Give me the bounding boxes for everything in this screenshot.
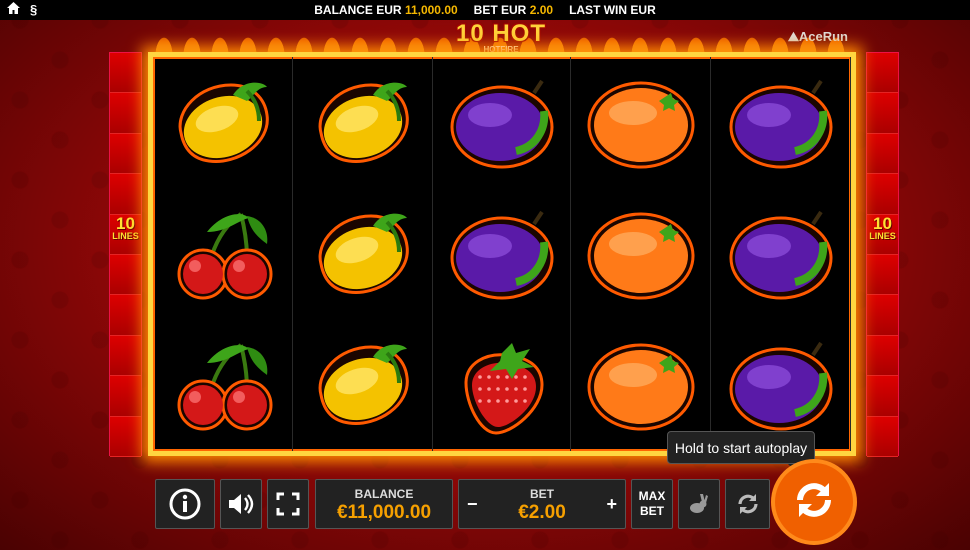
speaker-icon bbox=[227, 491, 255, 517]
spin-button[interactable] bbox=[775, 463, 853, 541]
bet-increase-button[interactable]: + bbox=[606, 494, 617, 515]
reel-5 bbox=[711, 57, 851, 451]
plum-symbol bbox=[711, 57, 850, 188]
fullscreen-icon bbox=[276, 492, 300, 516]
autoplay-tooltip: Hold to start autoplay bbox=[667, 431, 815, 470]
plum-symbol bbox=[433, 57, 570, 188]
game-logo: 10 HOT HOTFIRE bbox=[452, 20, 550, 54]
reel-3 bbox=[433, 57, 571, 451]
payline-column-left bbox=[109, 52, 142, 457]
balance-panel: BALANCE €11,000.00 bbox=[315, 479, 453, 529]
balance-label: BALANCE bbox=[354, 487, 414, 501]
plum-symbol bbox=[711, 188, 850, 319]
turbo-button[interactable] bbox=[678, 479, 720, 529]
orange-symbol bbox=[571, 188, 710, 319]
info-icon bbox=[169, 488, 201, 520]
strawberry-symbol bbox=[433, 319, 570, 450]
spin-icon bbox=[788, 474, 840, 531]
lemon-symbol bbox=[293, 57, 432, 188]
lines-indicator-right: 10 LINES bbox=[869, 214, 896, 241]
lemon-symbol bbox=[153, 57, 292, 188]
brand-logo: ⛰AceRun bbox=[787, 29, 848, 44]
reel-1 bbox=[153, 57, 293, 451]
rabbit-icon bbox=[688, 493, 710, 515]
lines-indicator-left: 10 LINES bbox=[112, 214, 139, 241]
info-button[interactable] bbox=[155, 479, 215, 529]
bet-value: €2.00 bbox=[518, 502, 566, 523]
last-win-readout: LAST WIN EUR bbox=[569, 3, 656, 17]
reel-4 bbox=[571, 57, 711, 451]
bet-label: BET bbox=[530, 487, 554, 501]
orange-symbol bbox=[571, 57, 710, 188]
bet-decrease-button[interactable]: − bbox=[467, 494, 478, 515]
max-bet-button[interactable]: MAX BET bbox=[631, 479, 673, 529]
autoplay-button[interactable] bbox=[725, 479, 770, 529]
reel-area bbox=[148, 52, 856, 456]
top-status-bar: § BALANCE EUR 11,000.00 BET EUR 2.00 LAS… bbox=[0, 0, 970, 20]
fullscreen-button[interactable] bbox=[267, 479, 309, 529]
bet-readout: BET EUR 2.00 bbox=[473, 3, 554, 17]
balance-value: €11,000.00 bbox=[336, 502, 432, 523]
cherry-symbol bbox=[153, 188, 292, 319]
lemon-symbol bbox=[293, 319, 432, 450]
payline-column-right bbox=[866, 52, 899, 457]
bet-panel: − BET €2.00 + bbox=[458, 479, 626, 529]
cherry-symbol bbox=[153, 319, 292, 450]
reel-2 bbox=[293, 57, 433, 451]
autoplay-icon bbox=[734, 490, 762, 518]
logo-title: 10 HOT bbox=[455, 20, 547, 47]
balance-readout: BALANCE EUR 11,000.00 bbox=[314, 3, 458, 17]
paragraph-icon[interactable]: § bbox=[30, 2, 37, 17]
lemon-symbol bbox=[293, 188, 432, 319]
sound-button[interactable] bbox=[220, 479, 262, 529]
plum-symbol bbox=[433, 188, 570, 319]
home-icon[interactable] bbox=[7, 2, 20, 17]
